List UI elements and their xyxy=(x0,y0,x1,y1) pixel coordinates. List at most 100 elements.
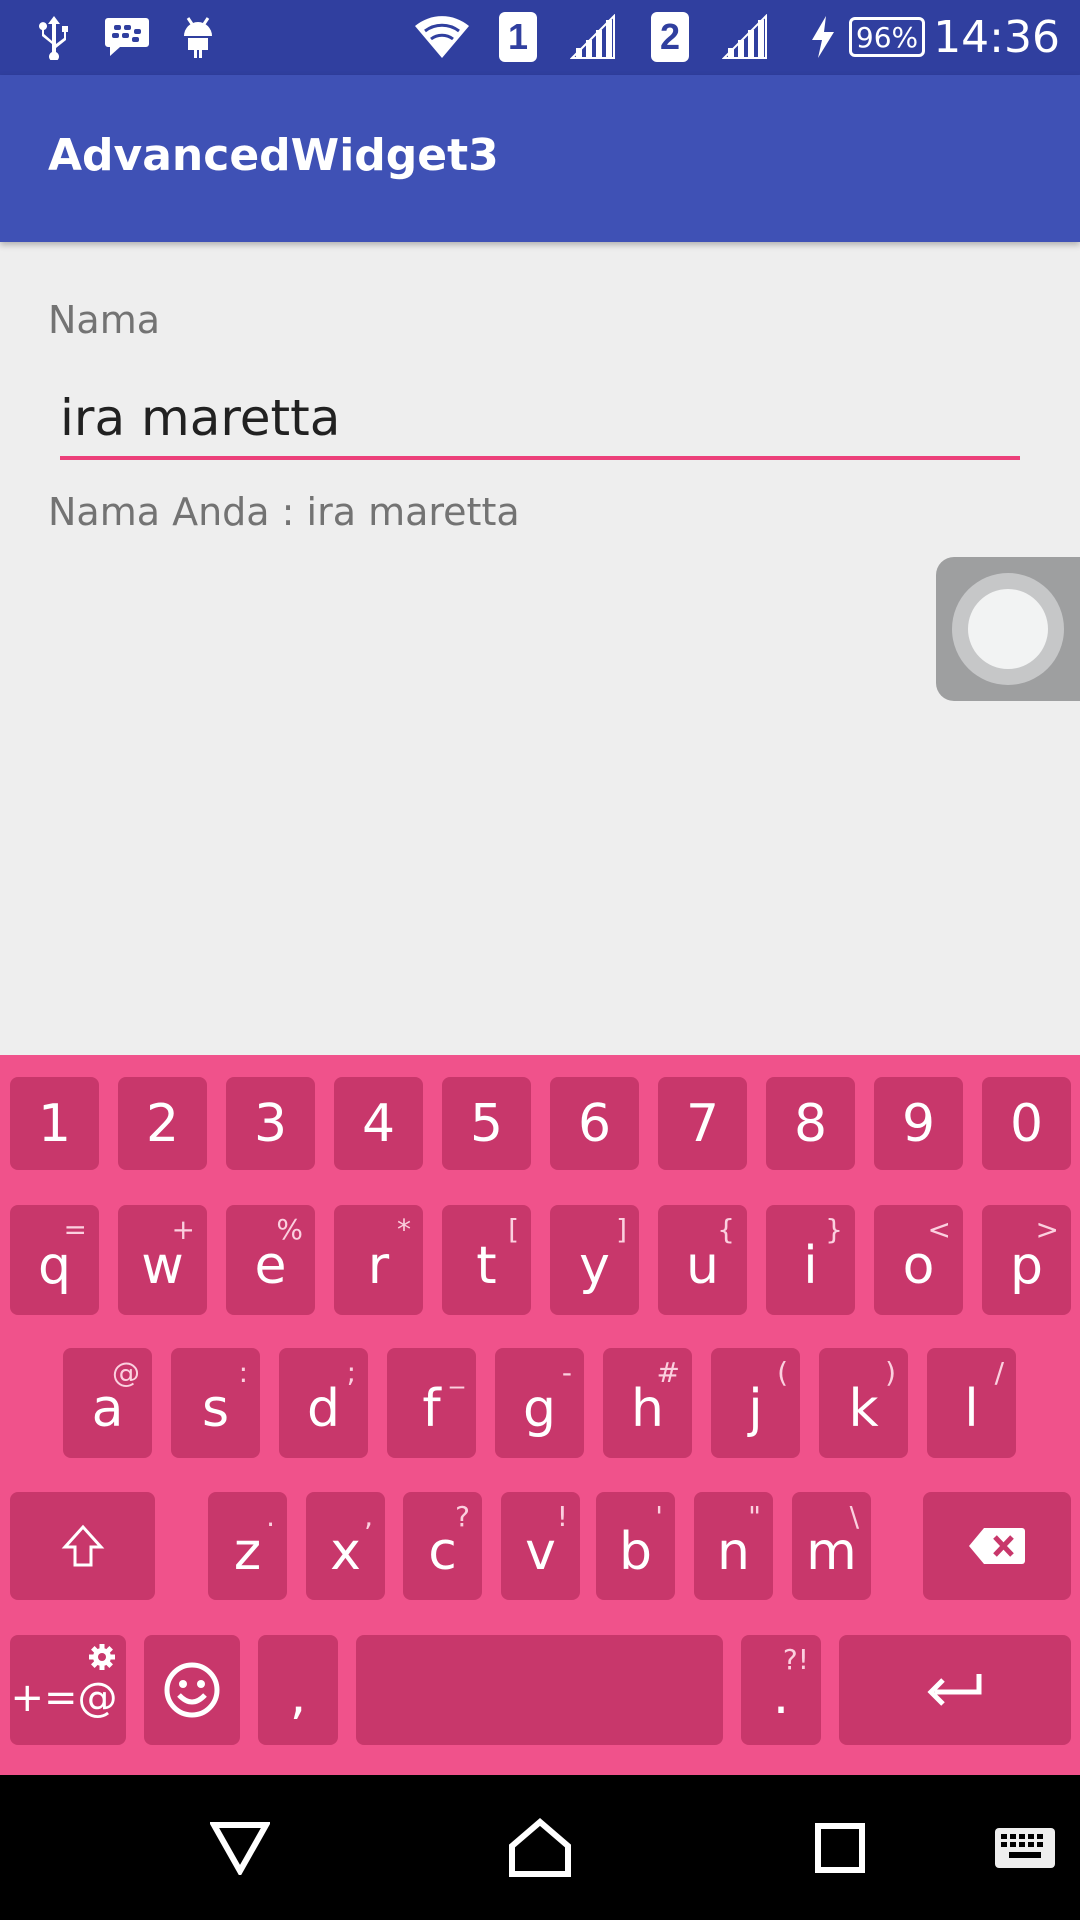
key-n[interactable]: " n xyxy=(694,1492,773,1600)
period-key[interactable]: ?!. xyxy=(741,1635,821,1745)
key-label: q xyxy=(37,1236,71,1296)
key-label: y xyxy=(579,1236,610,1296)
key-hint: ( xyxy=(777,1356,788,1389)
app-title: AdvancedWidget3 xyxy=(48,130,499,181)
key-label: i xyxy=(803,1236,818,1296)
key-3[interactable]: 3 xyxy=(226,1077,315,1170)
keyboard-icon xyxy=(995,1827,1055,1868)
key-hint: { xyxy=(717,1213,735,1246)
recents-icon xyxy=(815,1822,865,1873)
symbols-key[interactable]: +=@ xyxy=(10,1635,126,1745)
key-label: z xyxy=(233,1522,262,1582)
key-label: h xyxy=(631,1379,664,1439)
key-hint: - xyxy=(561,1356,572,1389)
key-label: x xyxy=(330,1522,361,1582)
key-label: 1 xyxy=(37,1093,72,1154)
comma-key[interactable]: , xyxy=(258,1635,338,1745)
key-label: r xyxy=(367,1236,390,1296)
key-label: b xyxy=(618,1522,652,1582)
key-1[interactable]: 1 xyxy=(10,1077,99,1170)
key-o[interactable]: < o xyxy=(874,1205,963,1315)
assistive-touch-button[interactable] xyxy=(936,557,1080,701)
key-2[interactable]: 2 xyxy=(118,1077,207,1170)
key-z[interactable]: .z xyxy=(208,1492,287,1600)
wifi-icon xyxy=(412,12,472,62)
key-4[interactable]: 4 xyxy=(334,1077,423,1170)
key-r[interactable]: * r xyxy=(334,1205,423,1315)
key-l[interactable]: / l xyxy=(927,1348,1016,1458)
status-bar: 1 2 96% 14:36 xyxy=(0,0,1080,75)
key-c[interactable]: ? c xyxy=(403,1492,482,1600)
key-p[interactable]: > p xyxy=(982,1205,1071,1315)
key-7[interactable]: 7 xyxy=(658,1077,747,1170)
key-m[interactable]: \ m xyxy=(792,1492,871,1600)
recents-button[interactable] xyxy=(790,1775,890,1920)
keyboard-switch-button[interactable] xyxy=(980,1775,1070,1920)
assistive-touch-ring xyxy=(952,573,1064,685)
key-label: d xyxy=(306,1379,340,1439)
key-label: w xyxy=(141,1236,184,1296)
key-label: 9 xyxy=(901,1093,936,1154)
key-label: a xyxy=(91,1379,124,1439)
signal-icon xyxy=(720,12,770,62)
navigation-bar xyxy=(0,1775,1080,1920)
key-0[interactable]: 0 xyxy=(982,1077,1071,1170)
key-label: u xyxy=(686,1236,719,1296)
key-e[interactable]: % e xyxy=(226,1205,315,1315)
emoji-key[interactable] xyxy=(144,1635,240,1745)
key-hint: ' xyxy=(655,1500,663,1533)
key-label: e xyxy=(254,1236,287,1296)
key-b[interactable]: ' b xyxy=(596,1492,675,1600)
shift-icon xyxy=(61,1524,104,1567)
key-hint: . xyxy=(266,1500,275,1533)
key-f[interactable]: _ f xyxy=(387,1348,476,1458)
key-i[interactable]: } i xyxy=(766,1205,855,1315)
key-label: o xyxy=(902,1236,935,1296)
key-h[interactable]: # h xyxy=(603,1348,692,1458)
key-w[interactable]: + w xyxy=(118,1205,207,1315)
key-label: , xyxy=(289,1666,307,1726)
enter-key[interactable] xyxy=(839,1635,1071,1745)
key-t[interactable]: [t xyxy=(442,1205,531,1315)
key-j[interactable]: (j xyxy=(711,1348,800,1458)
back-button[interactable] xyxy=(190,1775,290,1920)
key-hint: } xyxy=(825,1213,843,1246)
shift-key[interactable] xyxy=(10,1492,155,1600)
key-label: . xyxy=(772,1666,790,1726)
key-hint: : xyxy=(238,1356,248,1389)
key-hint: ; xyxy=(346,1356,356,1389)
key-g[interactable]: -g xyxy=(495,1348,584,1458)
key-u[interactable]: {u xyxy=(658,1205,747,1315)
key-label: m xyxy=(806,1522,857,1582)
assistive-touch-core xyxy=(968,589,1048,669)
key-6[interactable]: 6 xyxy=(550,1077,639,1170)
key-d[interactable]: ; d xyxy=(279,1348,368,1458)
home-icon xyxy=(509,1817,571,1877)
key-v[interactable]: ! v xyxy=(501,1492,580,1600)
key-q[interactable]: = q xyxy=(10,1205,99,1315)
key-k[interactable]: ) k xyxy=(819,1348,908,1458)
key-y[interactable]: ] y xyxy=(550,1205,639,1315)
backspace-key[interactable] xyxy=(923,1492,1071,1600)
charging-icon xyxy=(808,12,838,62)
name-label: Nama xyxy=(48,298,161,342)
bbm-icon xyxy=(102,12,152,62)
key-9[interactable]: 9 xyxy=(874,1077,963,1170)
name-output-text: Nama Anda : ira maretta xyxy=(48,490,520,534)
key-a[interactable]: @ a xyxy=(63,1348,152,1458)
key-hint: [ xyxy=(508,1213,519,1246)
home-button[interactable] xyxy=(490,1775,590,1920)
key-s[interactable]: :s xyxy=(171,1348,260,1458)
key-8[interactable]: 8 xyxy=(766,1077,855,1170)
key-x[interactable]: ,x xyxy=(306,1492,385,1600)
key-hint: ! xyxy=(556,1500,568,1533)
key-5[interactable]: 5 xyxy=(442,1077,531,1170)
name-input[interactable] xyxy=(60,380,1020,460)
space-key[interactable] xyxy=(356,1635,723,1745)
key-hint: " xyxy=(748,1500,761,1533)
key-label: s xyxy=(201,1379,230,1439)
sim2-badge: 2 xyxy=(650,12,690,62)
key-hint: / xyxy=(994,1356,1004,1389)
usb-icon xyxy=(32,12,76,62)
settings-gear-icon xyxy=(89,1644,115,1670)
